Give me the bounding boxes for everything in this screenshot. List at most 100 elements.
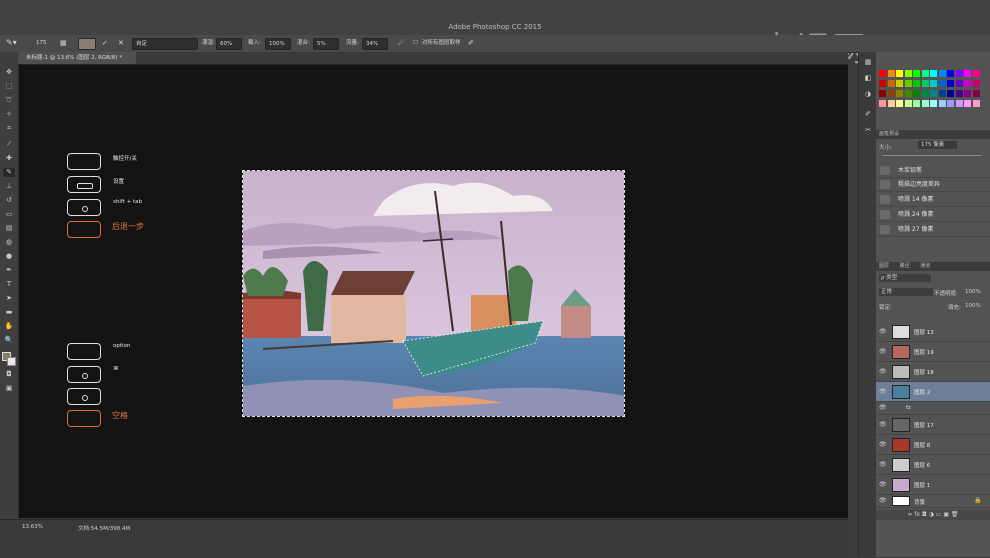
gradient-tool-icon[interactable]: ▤ — [3, 224, 15, 233]
brush-preset-item[interactable]: 喷溅 27 像素 — [876, 223, 990, 237]
color-swatch[interactable] — [904, 90, 912, 97]
blur-tool-icon[interactable]: ◍ — [3, 238, 15, 247]
quick-mask-icon[interactable]: ◘ — [3, 370, 15, 379]
brush-size-readout[interactable]: 175 — [36, 38, 47, 48]
flow-field[interactable]: 34% — [362, 38, 388, 50]
color-swatch[interactable] — [947, 100, 954, 107]
tool-presets-icon[interactable]: ✂ — [862, 126, 874, 135]
dodge-tool-icon[interactable]: ● — [3, 252, 15, 261]
color-swatch[interactable] — [896, 70, 903, 77]
type-tool-icon[interactable]: T — [3, 280, 15, 289]
swatches-grid[interactable] — [879, 70, 983, 120]
airbrush-icon[interactable]: ☄ — [398, 38, 404, 48]
brush-panel-icon[interactable]: ▦ — [60, 38, 67, 48]
marquee-tool-icon[interactable]: ⬚ — [3, 82, 15, 91]
eraser-tool-icon[interactable]: ▭ — [3, 210, 15, 219]
mixer-brush-tool-icon[interactable]: ✎▾ — [6, 38, 17, 48]
brush-preset-item[interactable]: 喷溅 24 像素 — [876, 208, 990, 222]
visibility-eye-icon[interactable]: 👁 — [879, 441, 887, 448]
layer-row[interactable]: 👁 图层 19 — [876, 342, 990, 362]
color-swatch[interactable] — [955, 70, 963, 77]
visibility-eye-icon[interactable]: 👁 — [879, 421, 887, 428]
crop-tool-icon[interactable]: ⌗ — [3, 124, 15, 133]
zoom-tool-icon[interactable]: 🔍 — [3, 336, 15, 345]
load-brush-icon[interactable]: ✓ — [102, 38, 108, 48]
color-swatch[interactable] — [913, 80, 920, 87]
color-swatch[interactable] — [972, 100, 980, 107]
properties-panel-icon[interactable]: ◧ — [862, 74, 874, 83]
color-swatch[interactable] — [972, 90, 980, 97]
layer-row-background[interactable]: 👁 背景 🔒 — [876, 495, 990, 508]
shape-tool-icon[interactable]: ▬ — [3, 308, 15, 317]
color-swatch[interactable] — [955, 100, 963, 107]
color-swatch[interactable] — [964, 100, 971, 107]
layer-row[interactable]: 👁 图层 13 — [876, 322, 990, 342]
tab-layers[interactable]: 图层 — [879, 263, 889, 269]
eyedropper-tool-icon[interactable]: ⁄ — [3, 140, 15, 149]
current-color-swatch[interactable] — [78, 38, 96, 50]
layer-row-selected[interactable]: 👁 图层 2 — [876, 382, 990, 402]
color-swatch[interactable] — [904, 70, 912, 77]
path-select-icon[interactable]: ➤ — [3, 294, 15, 303]
visibility-eye-icon[interactable]: 👁 — [879, 461, 887, 468]
layer-row[interactable]: 👁 图层 17 — [876, 415, 990, 435]
color-swatch[interactable] — [921, 100, 929, 107]
load-field[interactable]: 100% — [265, 38, 291, 50]
layer-group-row[interactable]: 👁 fz — [876, 402, 990, 415]
clean-brush-icon[interactable]: ✕ — [118, 38, 124, 48]
healing-tool-icon[interactable]: ✚ — [3, 154, 15, 163]
color-swatch[interactable] — [896, 80, 903, 87]
mix-field[interactable]: 5% — [313, 38, 339, 50]
brush-preset-item[interactable]: 粗描边亮度差异 — [876, 178, 990, 192]
brush-size-slider[interactable] — [882, 155, 982, 156]
color-swatch[interactable] — [964, 70, 971, 77]
color-swatch[interactable] — [887, 100, 895, 107]
color-swatch[interactable] — [879, 70, 886, 77]
hand-tool-icon[interactable]: ✋ — [3, 322, 15, 331]
brush-preset-item[interactable]: 喷溅 14 像素 — [876, 193, 990, 207]
sample-all-checkbox[interactable]: ☐ — [413, 38, 418, 48]
move-tool-icon[interactable]: ✥ — [3, 68, 15, 77]
tab-channels[interactable]: 通道 — [920, 263, 930, 269]
layer-filter-select[interactable]: ρ 类型 — [879, 274, 931, 282]
layer-row[interactable]: 👁 图层 18 — [876, 362, 990, 382]
color-swatch[interactable] — [921, 70, 929, 77]
color-swatch[interactable] — [930, 70, 937, 77]
color-swatch[interactable] — [930, 80, 937, 87]
screen-mode-icon[interactable]: ▣ — [3, 384, 15, 393]
color-swatch[interactable] — [947, 80, 954, 87]
opacity-field[interactable]: 100% — [965, 289, 981, 295]
stamp-tool-icon[interactable]: ⊥ — [3, 182, 15, 191]
wetness-field[interactable]: 60% — [216, 38, 242, 50]
quick-select-tool-icon[interactable]: ✧ — [3, 110, 15, 119]
visibility-eye-icon[interactable]: 👁 — [879, 481, 887, 488]
color-swatch[interactable] — [896, 100, 903, 107]
color-swatch[interactable] — [904, 100, 912, 107]
color-swatch[interactable] — [947, 70, 954, 77]
color-swatch[interactable] — [955, 90, 963, 97]
layer-row[interactable]: 👁 图层 1 — [876, 475, 990, 495]
color-swatch[interactable] — [879, 100, 886, 107]
color-swatch[interactable] — [896, 90, 903, 97]
blend-mode-select[interactable]: 正常 — [879, 288, 933, 296]
visibility-eye-icon[interactable]: 👁 — [879, 497, 887, 504]
color-swatch[interactable] — [964, 90, 971, 97]
color-swatch[interactable] — [904, 80, 912, 87]
color-swatch[interactable] — [887, 70, 895, 77]
history-brush-icon[interactable]: ↺ — [3, 196, 15, 205]
zoom-readout[interactable]: 13.63% — [22, 524, 43, 530]
visibility-eye-icon[interactable]: 👁 — [879, 388, 887, 395]
color-swatch[interactable] — [913, 70, 920, 77]
tab-brush-presets[interactable]: 画笔预设 — [879, 131, 899, 137]
history-panel-icon[interactable]: ▦ — [862, 58, 874, 67]
fill-field[interactable]: 100% — [965, 303, 981, 309]
layer-row[interactable]: 👁 图层 8 — [876, 435, 990, 455]
color-swatch[interactable] — [887, 90, 895, 97]
color-swatch[interactable] — [930, 90, 937, 97]
brush-preset-item[interactable]: 木炭铅笔 — [876, 164, 990, 178]
visibility-eye-icon[interactable]: 👁 — [879, 368, 887, 375]
color-swatch[interactable] — [887, 80, 895, 87]
color-swatch[interactable] — [955, 80, 963, 87]
background-color-swatch[interactable] — [7, 357, 16, 366]
brush-settings-panel-icon[interactable]: ✐ — [862, 110, 874, 119]
